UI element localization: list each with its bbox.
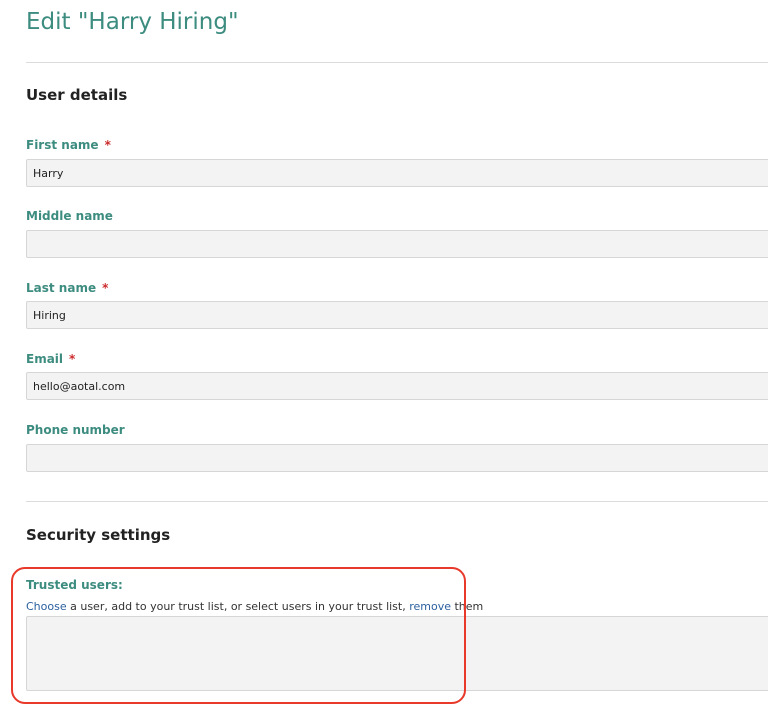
help-middle-text: a user, add to your trust list, or selec… — [66, 600, 410, 613]
phone-number-label: Phone number — [26, 423, 125, 437]
user-details-heading: User details — [26, 86, 128, 104]
required-marker: * — [102, 281, 109, 295]
email-label: Email * — [26, 352, 76, 366]
section-divider — [26, 501, 768, 502]
required-marker: * — [69, 352, 76, 366]
last-name-field[interactable] — [26, 301, 768, 329]
remove-user-link[interactable]: remove — [409, 600, 451, 613]
middle-name-label: Middle name — [26, 209, 113, 223]
help-end-text: them — [451, 600, 484, 613]
security-settings-heading: Security settings — [26, 526, 171, 544]
header-divider — [26, 62, 768, 63]
email-field[interactable] — [26, 372, 768, 400]
required-marker: * — [104, 138, 111, 152]
first-name-label: First name * — [26, 138, 111, 152]
first-name-field[interactable] — [26, 159, 768, 187]
trusted-users-label: Trusted users: — [26, 578, 123, 592]
middle-name-field[interactable] — [26, 230, 768, 258]
page-title: Edit "Harry Hiring" — [26, 9, 239, 35]
trusted-users-list[interactable] — [26, 616, 768, 691]
phone-number-field[interactable] — [26, 444, 768, 472]
trusted-users-help: Choose a user, add to your trust list, o… — [26, 600, 483, 613]
choose-user-link[interactable]: Choose — [26, 600, 67, 613]
last-name-label: Last name * — [26, 281, 109, 295]
